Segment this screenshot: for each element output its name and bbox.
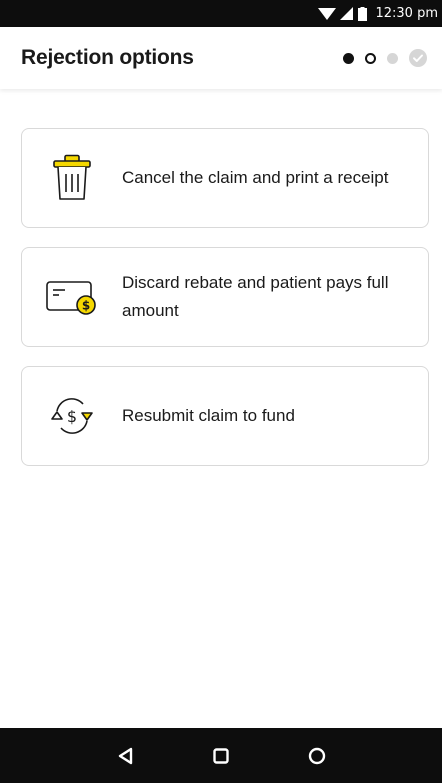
status-bar: 12:30 pm <box>0 0 442 27</box>
page-title: Rejection options <box>21 46 194 69</box>
option-label: Cancel the claim and print a receipt <box>122 168 389 187</box>
status-icons <box>318 6 368 21</box>
step-3-dot <box>387 52 398 64</box>
svg-text:$: $ <box>82 299 90 313</box>
trash-icon <box>22 154 122 202</box>
resubmit-dollar-icon: $ <box>22 396 122 436</box>
step-2-dot <box>365 52 376 64</box>
card-coin-icon: $ <box>22 277 122 317</box>
rejection-options-list: Cancel the claim and print a receipt $ D… <box>21 128 429 485</box>
back-icon[interactable] <box>113 744 137 768</box>
system-nav-bar <box>0 728 442 783</box>
battery-icon <box>358 6 368 21</box>
option-resubmit-claim[interactable]: $ Resubmit claim to fund <box>21 366 429 466</box>
option-label: Resubmit claim to fund <box>122 406 295 425</box>
step-1-dot <box>343 52 354 64</box>
step-complete-check-icon <box>409 49 427 67</box>
svg-text:$: $ <box>67 407 77 426</box>
recents-icon[interactable] <box>209 744 233 768</box>
option-discard-rebate[interactable]: $ Discard rebate and patient pays full a… <box>21 247 429 347</box>
app-header: Rejection options <box>0 27 442 89</box>
status-time: 12:30 pm <box>375 6 438 21</box>
signal-icon <box>340 6 354 21</box>
home-icon[interactable] <box>305 744 329 768</box>
option-cancel-claim[interactable]: Cancel the claim and print a receipt <box>21 128 429 228</box>
progress-stepper <box>343 49 427 67</box>
wifi-icon <box>318 7 337 21</box>
option-label: Discard rebate and patient pays full amo… <box>122 273 389 320</box>
